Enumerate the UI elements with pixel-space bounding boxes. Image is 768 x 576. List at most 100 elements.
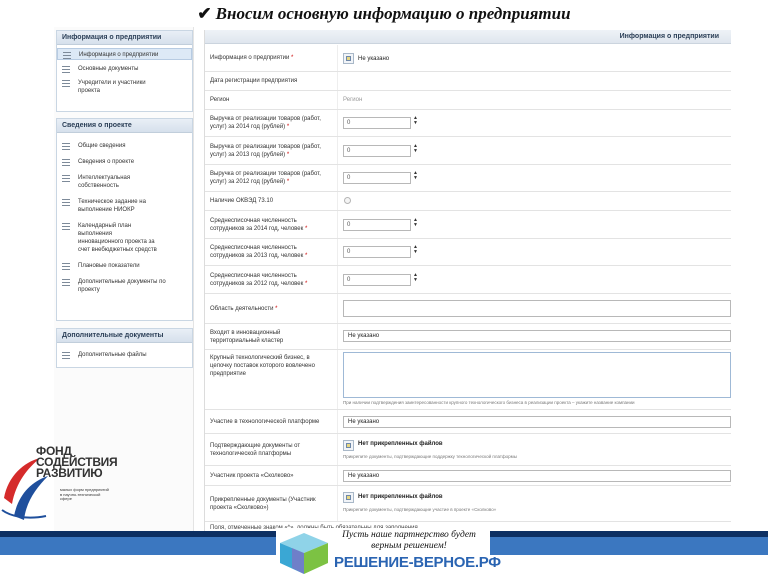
field-label: Выручка от реализации товаров (работ, ус… <box>210 116 321 130</box>
attach-file-icon[interactable] <box>343 492 354 503</box>
list-icon <box>62 80 70 87</box>
spinner-arrows-icon[interactable]: ▲ ▼ <box>413 171 419 181</box>
field-label: Среднесписочная численность сотрудников … <box>210 217 308 232</box>
form-row-region: Регион Регион <box>205 91 731 110</box>
sidebar-item-calendar-plan[interactable]: Календарный план выполнения инновационно… <box>57 222 192 254</box>
panel-title: Дополнительные документы <box>57 329 192 343</box>
panel-company-info: Информация о предприятии Информация о пр… <box>56 30 193 112</box>
slide: ✔ Вносим основную информацию о предприяти… <box>0 0 768 576</box>
panel-extra-docs: Дополнительные документы Дополнительные … <box>56 328 193 368</box>
form-row-skolkovo: Участник проекта «Сколково» Не указано <box>205 466 731 486</box>
sidebar-item-ip[interactable]: Интеллектуальная собственность <box>57 174 192 190</box>
spinner-arrows-icon[interactable]: ▲ ▼ <box>413 116 419 126</box>
platform-docs-value: Нет прикрепленных файлов <box>358 441 443 447</box>
tech-platform-select[interactable]: Не указано <box>343 416 731 428</box>
form-row-big-business: Крупный технологический бизнес, в цепочк… <box>205 350 731 410</box>
spinner-arrows-icon[interactable]: ▲ ▼ <box>413 245 419 255</box>
staff-2013-stepper[interactable]: 0 <box>343 246 411 258</box>
form-row-revenue-2012: Выручка от реализации товаров (работ, ус… <box>205 165 731 192</box>
spinner-arrows-icon[interactable]: ▲ ▼ <box>413 273 419 283</box>
field-label: Наличие ОКВЭД 73.10 <box>210 198 274 204</box>
form-row-staff-2014: Среднесписочная численность сотрудников … <box>205 211 731 239</box>
list-icon <box>62 66 70 73</box>
skolkovo-docs-value: Нет прикрепленных файлов <box>358 494 443 500</box>
attach-file-icon[interactable] <box>343 440 354 451</box>
partner-banner: Пусть наше партнерство будет верным реше… <box>276 528 501 576</box>
sidebar-item-label: Учредители и участники проекта <box>78 80 146 94</box>
activity-input[interactable] <box>343 300 731 317</box>
sidebar-item-label: Дополнительные файлы <box>78 352 147 358</box>
list-icon <box>62 159 70 166</box>
sidebar-item-general[interactable]: Общие сведения <box>57 142 192 150</box>
form-header: Информация о предприятии <box>205 30 731 44</box>
logo-subtitle: малых форм предприятий в научно-техничес… <box>60 487 109 501</box>
sidebar-item-main-docs[interactable]: Основные документы <box>57 65 192 73</box>
form-row-revenue-2013: Выручка от реализации товаров (работ, ус… <box>205 137 731 165</box>
field-hint: Прикрепите документы, подтверждающие уча… <box>343 507 497 512</box>
panel-title: Информация о предприятии <box>57 31 192 45</box>
list-icon <box>62 263 70 270</box>
sidebar-item-project[interactable]: Сведения о проекте <box>57 158 192 166</box>
form-row-okved: Наличие ОКВЭД 73.10 <box>205 192 731 211</box>
big-business-textarea[interactable] <box>343 352 731 398</box>
field-label: Выручка от реализации товаров (работ, ус… <box>210 171 321 185</box>
list-icon <box>62 143 70 150</box>
sidebar-item-label: Календарный план выполнения инновационно… <box>78 223 157 253</box>
field-label: Подтверждающие документы от технологичес… <box>210 442 301 457</box>
slide-title: ✔ Вносим основную информацию о предприяти… <box>0 4 768 24</box>
sidebar-item-label: Дополнительные документы по проекту <box>78 279 166 293</box>
okved-checkbox[interactable] <box>344 197 351 204</box>
skolkovo-select[interactable]: Не указано <box>343 470 731 482</box>
slide-title-text: Вносим основную информацию о предприятии <box>215 4 571 23</box>
sidebar-item-label: Техническое задание на выполнение НИОКР <box>78 199 146 213</box>
form-row-activity: Область деятельности * <box>205 294 731 324</box>
field-label: Среднесписочная численность сотрудников … <box>210 245 308 259</box>
banner-brand: РЕШЕНИЕ-ВЕРНОЕ.РФ <box>334 554 501 571</box>
banner-slogan: Пусть наше партнерство будет верным реше… <box>342 530 476 551</box>
field-label: Входит в инновационный территориальный к… <box>210 329 284 344</box>
field-label: Дата регистрации предприятия <box>210 78 298 84</box>
field-label: Информация о предприятии * <box>210 55 294 61</box>
list-icon <box>62 223 70 230</box>
field-hint: При наличии подтверждения заинтересованн… <box>343 400 635 405</box>
field-label: Крупный технологический бизнес, в цепочк… <box>210 355 315 377</box>
sidebar-item-extra-project-docs[interactable]: Дополнительные документы по проекту <box>57 278 192 294</box>
sidebar-item-indicators[interactable]: Плановые показатели <box>57 262 192 270</box>
list-icon <box>62 352 70 359</box>
cluster-select[interactable]: Не указано <box>343 330 731 342</box>
list-icon <box>62 199 70 206</box>
list-icon <box>63 52 71 59</box>
form-row-tech-platform: Участие в технологической платформе Не у… <box>205 410 731 434</box>
field-label: Выручка от реализации товаров (работ, ус… <box>210 143 321 158</box>
revenue-2013-stepper[interactable]: 0 <box>343 145 411 157</box>
staff-2012-stepper[interactable]: 0 <box>343 274 411 286</box>
field-label: Регион <box>210 97 230 103</box>
staff-2014-stepper[interactable]: 0 <box>343 219 411 231</box>
panel-project-info: Сведения о проекте Общие сведения Сведен… <box>56 118 193 321</box>
revenue-2012-stepper[interactable]: 0 <box>343 172 411 184</box>
checkmark-icon: ✔ <box>197 4 212 23</box>
spinner-arrows-icon[interactable]: ▲ ▼ <box>413 144 419 154</box>
form-row-staff-2012: Среднесписочная численность сотрудников … <box>205 266 731 294</box>
field-label: Участие в технологической платформе <box>210 418 320 425</box>
edit-icon[interactable] <box>343 53 354 64</box>
spinner-arrows-icon[interactable]: ▲ ▼ <box>413 218 419 228</box>
field-label: Среднесписочная численность сотрудников … <box>210 272 308 287</box>
sidebar-item-label: Общие сведения <box>78 143 126 149</box>
cube-logo-icon <box>280 533 328 574</box>
sidebar-item-extra-files[interactable]: Дополнительные файлы <box>57 351 192 359</box>
form-row-cluster: Входит в инновационный территориальный к… <box>205 324 731 350</box>
list-icon <box>62 175 70 182</box>
company-info-value: Не указано <box>358 56 390 62</box>
company-info-form: Информация о предприятии Информация о пр… <box>204 30 731 532</box>
field-label: Область деятельности * <box>210 305 278 312</box>
sidebar-item-company-info[interactable]: Информация о предприятии <box>57 48 192 60</box>
sidebar-item-tech-task[interactable]: Техническое задание на выполнение НИОКР <box>57 198 192 214</box>
sidebar-item-founders[interactable]: Учредители и участники проекта <box>57 79 192 95</box>
sidebar-item-label: Информация о предприятии <box>79 52 159 58</box>
sidebar-item-label: Основные документы <box>78 66 139 72</box>
form-row-platform-docs: Подтверждающие документы от технологичес… <box>205 434 731 466</box>
sidebar-item-label: Интеллектуальная собственность <box>78 175 131 189</box>
revenue-2014-stepper[interactable]: 0 <box>343 117 411 129</box>
fund-logo: ФОНД СОДЕЙСТВИЯ РАЗВИТИЮ малых форм пред… <box>0 445 118 526</box>
